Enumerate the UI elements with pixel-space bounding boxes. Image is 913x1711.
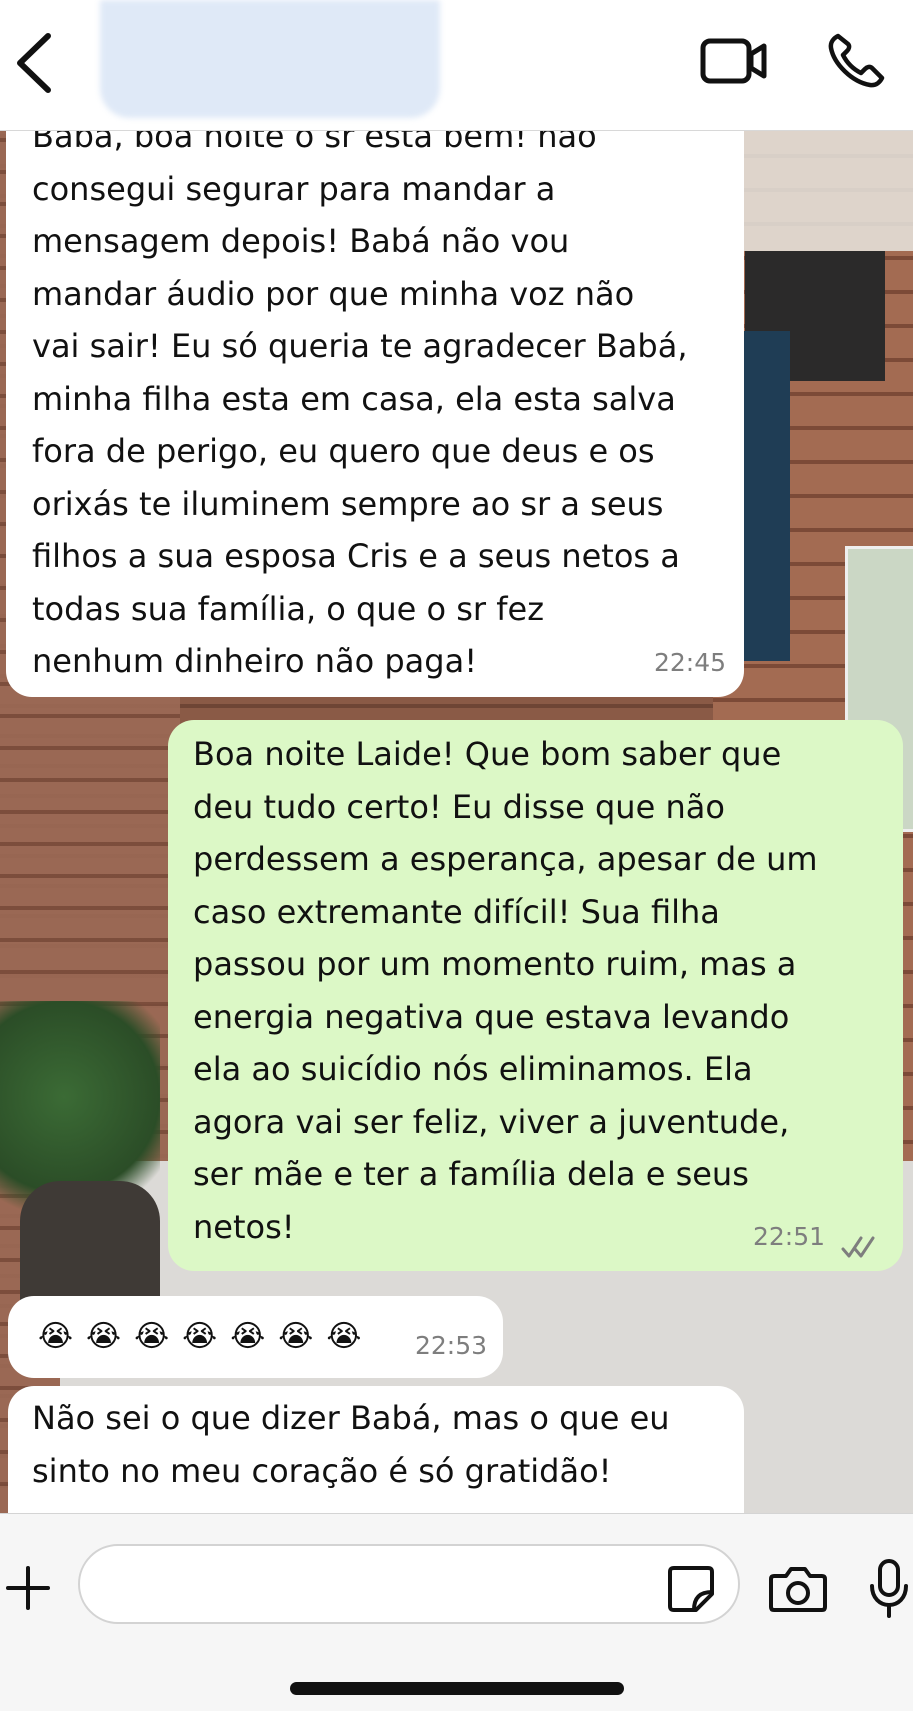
camera-button[interactable] — [768, 1564, 828, 1614]
attach-button[interactable] — [4, 1564, 52, 1612]
message-line: vai sair! Eu só queria te agradecer Babá… — [32, 327, 688, 365]
message-timestamp: 22:51 — [752, 1221, 825, 1251]
plus-icon — [6, 1566, 50, 1610]
message-bubble-incoming[interactable]: 😭😭😭😭😭😭😭 22:53 — [8, 1296, 503, 1378]
wallpaper-lace — [740, 131, 913, 251]
message-line: deu tudo certo! Eu disse que não — [193, 787, 725, 826]
message-line: mensagem depois! Babá não vou — [32, 222, 570, 260]
video-call-button[interactable] — [700, 36, 768, 86]
message-line: nenhum dinheiro não paga! — [32, 642, 478, 680]
message-text: Boa noite Laide! Que bom saber que deu t… — [193, 728, 818, 1253]
message-line: filhos a sua esposa Cris e a seus netos … — [32, 537, 680, 575]
message-line: ser mãe e ter a família dela e seus — [193, 1155, 749, 1193]
message-line: orixás te iluminem sempre ao sr a seus — [32, 484, 664, 523]
wallpaper-frame — [740, 331, 790, 661]
voice-call-button[interactable] — [826, 30, 888, 90]
message-line: sinto no meu coração é só gratidão! — [32, 1451, 612, 1490]
message-bubble-incoming[interactable]: Babá, boa noite o sr esta bem! não conse… — [6, 112, 744, 697]
message-input[interactable] — [78, 1544, 740, 1624]
message-timestamp: 22:45 — [653, 647, 726, 677]
message-line: agora vai ser feliz, viver a juventude, — [193, 1102, 790, 1141]
message-timestamp: 22:53 — [414, 1330, 487, 1360]
message-line: Boa noite Laide! Que bom saber que — [193, 735, 782, 773]
double-check-read-icon — [841, 1236, 875, 1258]
message-line: fora de perigo, eu quero que deus e os — [32, 432, 655, 470]
camera-icon — [769, 1567, 827, 1612]
sticker-icon — [668, 1566, 714, 1612]
message-composer — [0, 1513, 913, 1711]
message-line: perdessem a esperança, apesar de um — [193, 840, 818, 878]
chat-header — [0, 0, 913, 131]
message-bubble-outgoing[interactable]: Boa noite Laide! Que bom saber que deu t… — [168, 720, 903, 1271]
message-line: ela ao suicídio nós eliminamos. Ela — [193, 1050, 753, 1088]
message-line: todas sua família, o que o sr fez — [32, 589, 544, 628]
contact-avatar-blurred[interactable] — [100, 0, 440, 118]
chevron-left-icon — [17, 33, 51, 93]
microphone-icon — [870, 1559, 908, 1618]
message-line: caso extremante difícil! Sua filha — [193, 892, 720, 931]
phone-icon — [828, 33, 885, 88]
back-button[interactable] — [10, 28, 60, 98]
sticker-button[interactable] — [666, 1564, 716, 1614]
message-bubble-incoming[interactable]: Não sei o que dizer Babá, mas o que eu s… — [8, 1386, 744, 1526]
home-indicator[interactable] — [290, 1682, 624, 1695]
microphone-button[interactable] — [868, 1558, 910, 1620]
message-text: Babá, boa noite o sr esta bem! não conse… — [32, 110, 688, 688]
message-line: consegui segurar para mandar a — [32, 169, 556, 208]
message-line: Não sei o que dizer Babá, mas o que eu — [32, 1399, 670, 1437]
message-line: energia negativa que estava levando — [193, 997, 790, 1036]
message-text: Não sei o que dizer Babá, mas o que eu s… — [32, 1392, 670, 1497]
message-line: passou por um momento ruim, mas a — [193, 945, 797, 983]
message-line: minha filha esta em casa, ela esta salva — [32, 379, 676, 418]
message-line: netos! — [193, 1207, 295, 1246]
message-line: mandar áudio por que minha voz não — [32, 274, 635, 313]
emoji-message: 😭😭😭😭😭😭😭 — [38, 1319, 375, 1354]
video-camera-icon — [700, 38, 767, 84]
